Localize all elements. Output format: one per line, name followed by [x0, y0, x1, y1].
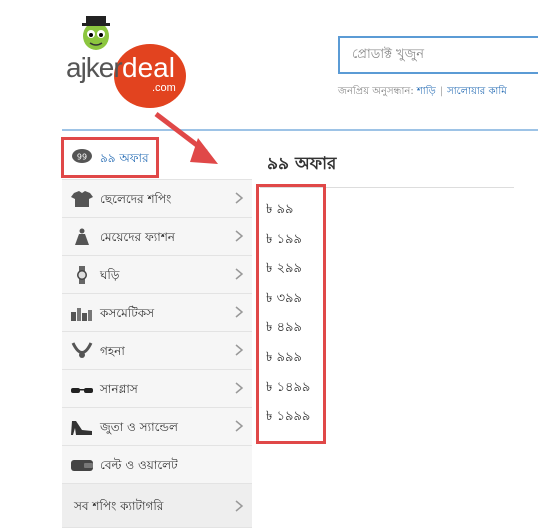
- chevron-right-icon: [235, 230, 244, 242]
- heel-shoe-icon: [71, 421, 92, 435]
- header-divider: [62, 129, 538, 131]
- sidebar-item-mens-shopping[interactable]: ছেলেদের শপিং: [62, 180, 252, 218]
- sidebar-item-label: গহনা: [100, 344, 125, 358]
- mascot-icon: [82, 16, 110, 50]
- arrow-annotation-icon: [154, 112, 218, 164]
- category-sidebar: 99 ৯৯ অফার ছেলেদের শপিং মেয়েদের ফ্যাশন …: [62, 137, 252, 528]
- sidebar-item-belt-wallet[interactable]: বেল্ট ও ওয়ালেট: [62, 446, 252, 484]
- sidebar-all-categories[interactable]: সব শপিং ক্যাটাগরি: [62, 484, 252, 528]
- sidebar-item-cosmetics[interactable]: কসমেটিকস: [62, 294, 252, 332]
- sidebar-item-label: কসমেটিকস: [100, 306, 155, 320]
- chevron-right-icon: [235, 268, 244, 280]
- watch-icon: [77, 266, 87, 284]
- sidebar-item-watches[interactable]: ঘড়ি: [62, 256, 252, 294]
- search-input[interactable]: [350, 46, 534, 63]
- cosmetics-icon: [71, 308, 92, 321]
- popular-searches: জনপ্রিয় অনুসন্ধান: শাড়ি | সালোয়ার কামি: [338, 84, 507, 101]
- dress-icon: [75, 228, 89, 245]
- chevron-right-icon: [235, 344, 244, 356]
- sidebar-item-label: জুতা ও স্যান্ডেল: [100, 420, 178, 434]
- wallet-icon: [71, 460, 93, 471]
- sidebar-item-label: সানগ্লাস: [100, 382, 138, 396]
- logo-com-text: .com: [152, 82, 176, 94]
- page-title: ৯৯ অফার: [267, 154, 337, 174]
- highlight-box-sidebar: [61, 137, 159, 178]
- divider: |: [439, 86, 444, 97]
- sidebar-item-jewelry[interactable]: গহনা: [62, 332, 252, 370]
- logo-deal-text: deal: [122, 52, 175, 83]
- sidebar-item-label: মেয়েদের ফ্যাশন: [100, 230, 175, 244]
- tshirt-icon: [71, 191, 93, 207]
- sidebar-item-shoes[interactable]: জুতা ও স্যান্ডেল: [62, 408, 252, 446]
- necklace-icon: [71, 342, 93, 358]
- chevron-right-icon: [235, 382, 244, 394]
- sidebar-item-label: ছেলেদের শপিং: [100, 192, 172, 206]
- popular-link-salwar[interactable]: সালোয়ার কামি: [447, 86, 507, 97]
- site-logo[interactable]: ajker deal .com: [66, 8, 186, 110]
- sidebar-item-label: ঘড়ি: [100, 268, 120, 282]
- all-categories-label: সব শপিং ক্যাটাগরি: [74, 499, 164, 513]
- highlight-box-offers: [256, 184, 326, 444]
- chevron-right-icon: [235, 420, 244, 432]
- sunglasses-icon: [71, 388, 93, 393]
- chevron-right-icon: [235, 500, 244, 512]
- search-box: [338, 36, 538, 74]
- chevron-right-icon: [235, 306, 244, 318]
- sidebar-item-sunglasses[interactable]: সানগ্লাস: [62, 370, 252, 408]
- chevron-right-icon: [235, 192, 244, 204]
- sidebar-item-womens-fashion[interactable]: মেয়েদের ফ্যাশন: [62, 218, 252, 256]
- logo-ajker-text: ajker: [66, 52, 123, 83]
- sidebar-item-label: বেল্ট ও ওয়ালেট: [100, 458, 178, 472]
- popular-label: জনপ্রিয় অনুসন্ধান:: [338, 86, 414, 97]
- popular-link-saree[interactable]: শাড়ি: [417, 86, 436, 97]
